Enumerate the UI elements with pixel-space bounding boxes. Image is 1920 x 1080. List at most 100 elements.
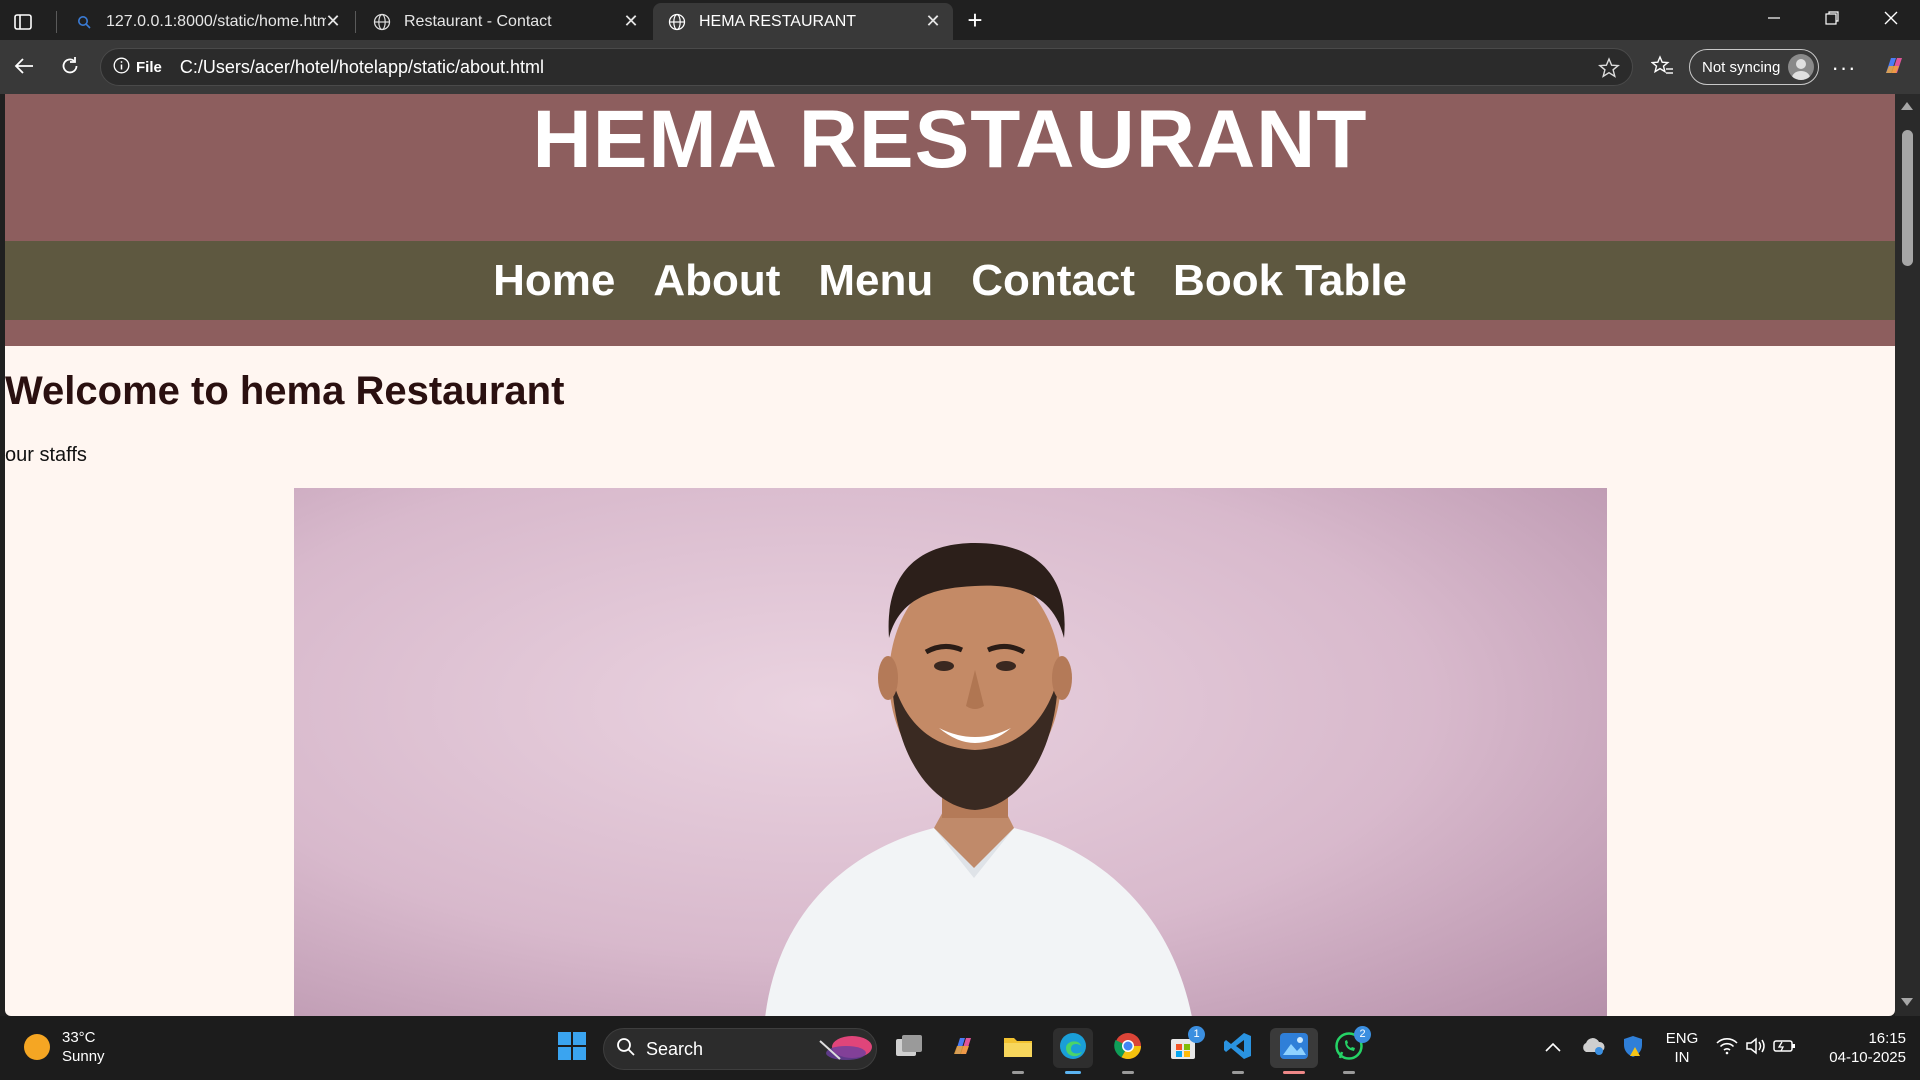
restore-button[interactable]: [1803, 0, 1861, 40]
more-icon: ···: [1831, 55, 1857, 80]
minimize-button[interactable]: [1745, 0, 1803, 40]
minimize-icon: [1767, 11, 1781, 30]
security-button[interactable]: [1615, 1028, 1651, 1068]
speaker-icon: [1745, 1036, 1767, 1060]
tab-title: Restaurant - Contact: [404, 12, 552, 30]
close-icon[interactable]: ✕: [621, 11, 641, 31]
task-view-button[interactable]: [889, 1028, 929, 1068]
sun-icon: [24, 1034, 50, 1060]
wifi-icon: [1716, 1037, 1738, 1060]
file-explorer-button[interactable]: [998, 1028, 1038, 1074]
nav-link-contact[interactable]: Contact: [971, 256, 1135, 306]
running-indicator: [1122, 1071, 1134, 1074]
favorites-icon: [1650, 54, 1675, 82]
tab-hema-restaurant[interactable]: HEMA RESTAURANT ✕: [653, 3, 953, 40]
vscode-icon: [1223, 1031, 1253, 1066]
close-window-button[interactable]: [1862, 0, 1920, 40]
clock[interactable]: 16:15 04-10-2025: [1812, 1029, 1906, 1067]
battery-button[interactable]: [1770, 1028, 1800, 1068]
tab-separator: [56, 11, 57, 33]
globe-icon: [372, 12, 392, 32]
weather-condition: Sunny: [62, 1048, 105, 1065]
running-indicator: [1283, 1071, 1305, 1074]
clock-time: 16:15: [1868, 1030, 1906, 1047]
settings-more-button[interactable]: ···: [1826, 50, 1862, 86]
clock-date: 04-10-2025: [1829, 1049, 1906, 1066]
language-indicator[interactable]: ENG IN: [1660, 1029, 1704, 1067]
star-icon[interactable]: [1597, 57, 1621, 84]
nav-link-book-table[interactable]: Book Table: [1173, 256, 1407, 306]
refresh-icon: [60, 56, 80, 81]
tab-actions-button[interactable]: [10, 6, 40, 43]
refresh-button[interactable]: [52, 50, 88, 86]
photos-icon: [1278, 1031, 1310, 1066]
whatsapp-button[interactable]: 2: [1329, 1026, 1371, 1074]
globe-icon: [667, 12, 687, 32]
edge-icon: [1058, 1031, 1088, 1066]
sidebar-icon: [14, 14, 32, 35]
folder-icon: [1002, 1032, 1034, 1065]
running-indicator: [1012, 1071, 1024, 1074]
shield-icon: [1622, 1034, 1644, 1063]
tab-contact[interactable]: Restaurant - Contact ✕: [358, 3, 651, 40]
page-scrollbar[interactable]: [1895, 94, 1920, 1016]
volume-button[interactable]: [1741, 1028, 1771, 1068]
running-indicator: [1343, 1071, 1355, 1074]
copilot-button[interactable]: [1876, 50, 1912, 86]
file-label: File: [136, 58, 162, 76]
edge-button[interactable]: [1053, 1028, 1093, 1074]
taskbar-search[interactable]: Search: [603, 1028, 877, 1070]
site-info-button[interactable]: File: [113, 57, 162, 78]
close-icon: [1884, 11, 1898, 30]
plus-icon: +: [967, 5, 983, 35]
search-icon: [616, 1037, 636, 1062]
copilot-icon: [1881, 53, 1907, 84]
favorites-button[interactable]: [1645, 50, 1681, 86]
address-bar[interactable]: File C:/Users/acer/hotel/hotelapp/static…: [100, 48, 1633, 86]
staff-photo: [294, 488, 1607, 1016]
running-indicator: [1065, 1071, 1081, 1074]
tab-title: 127.0.0.1:8000/static/home.html -: [106, 12, 326, 30]
search-label: Search: [646, 1038, 704, 1059]
url-text: C:/Users/acer/hotel/hotelapp/static/abou…: [179, 56, 545, 77]
start-button[interactable]: [552, 1028, 592, 1068]
tab-title: HEMA RESTAURANT: [699, 12, 857, 30]
close-icon[interactable]: ✕: [923, 11, 943, 31]
onedrive-button[interactable]: [1575, 1028, 1611, 1068]
site-title: HEMA RESTAURANT: [532, 94, 1368, 185]
show-hidden-icons-button[interactable]: [1538, 1028, 1568, 1068]
nav-link-menu[interactable]: Menu: [818, 256, 933, 306]
site-nav: Home About Menu Contact Book Table: [5, 241, 1895, 320]
arrow-left-icon: [14, 57, 34, 80]
region-label: IN: [1674, 1049, 1690, 1066]
vscode-button[interactable]: [1218, 1028, 1258, 1074]
scroll-up-icon[interactable]: [1901, 102, 1913, 110]
back-button[interactable]: [6, 50, 42, 86]
profile-button[interactable]: Not syncing: [1689, 49, 1819, 85]
weather-widget[interactable]: 33°C Sunny: [24, 1028, 105, 1066]
info-icon: [113, 57, 130, 78]
battery-icon: [1773, 1038, 1797, 1059]
close-icon[interactable]: ✕: [323, 11, 343, 31]
taskbar: 33°C Sunny Search 1 2 ENG IN 16:15 04-10…: [0, 1016, 1920, 1080]
profile-label: Not syncing: [1702, 58, 1781, 76]
wifi-button[interactable]: [1712, 1028, 1742, 1068]
tab-home[interactable]: 127.0.0.1:8000/static/home.html - ✕: [60, 3, 353, 40]
copilot-app-button[interactable]: [943, 1028, 983, 1068]
scroll-thumb[interactable]: [1902, 130, 1913, 266]
page-viewport: HEMA RESTAURANT Home About Menu Contact …: [5, 94, 1895, 1016]
new-tab-button[interactable]: +: [946, 0, 1004, 40]
scroll-down-icon[interactable]: [1901, 998, 1913, 1006]
chrome-button[interactable]: [1108, 1028, 1148, 1074]
nav-link-home[interactable]: Home: [493, 256, 615, 306]
store-badge: 1: [1188, 1026, 1205, 1043]
running-indicator: [1232, 1071, 1244, 1074]
nav-link-about[interactable]: About: [653, 256, 780, 306]
store-button[interactable]: 1: [1163, 1026, 1205, 1068]
site-header: HEMA RESTAURANT Home About Menu Contact …: [5, 94, 1895, 346]
address-toolbar: File C:/Users/acer/hotel/hotelapp/static…: [0, 40, 1920, 94]
photos-button[interactable]: [1270, 1028, 1318, 1074]
avatar: [1788, 54, 1814, 80]
chrome-icon: [1113, 1031, 1143, 1066]
tab-separator: [355, 11, 356, 33]
